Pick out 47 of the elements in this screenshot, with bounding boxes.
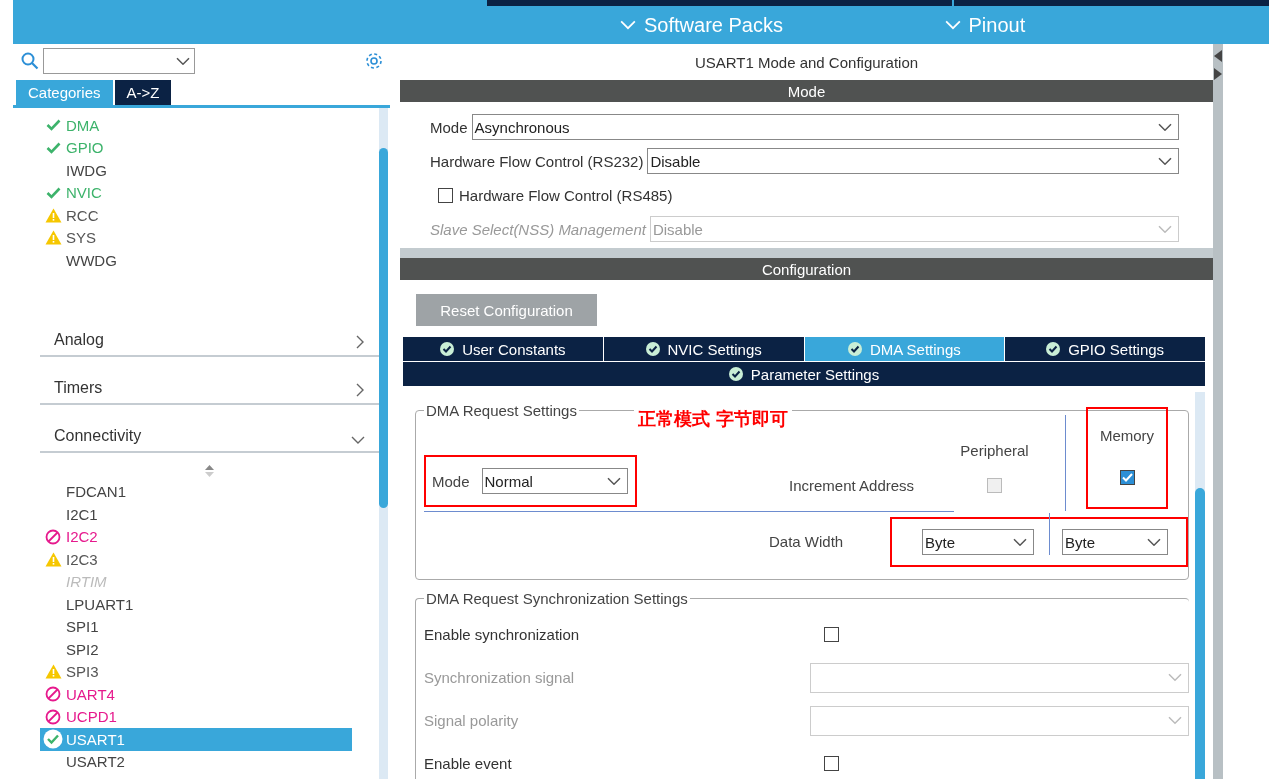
field-label: Mode (430, 118, 468, 136)
dropdown[interactable]: Byte (1062, 529, 1168, 555)
field-label: Hardware Flow Control (RS232) (430, 152, 644, 170)
group-legend: DMA Request Synchronization Settings (424, 590, 690, 607)
dropdown[interactable]: Byte (922, 529, 1034, 555)
column-header: Peripheral (960, 442, 1029, 459)
peripheral-item[interactable]: LPUART1 (40, 593, 352, 616)
peripheral-item[interactable]: FDCAN1 (40, 480, 352, 503)
peripheral-item[interactable]: IWDG (40, 159, 352, 182)
column-header: Memory (1099, 427, 1155, 444)
checkbox-label: Hardware Flow Control (RS485) (459, 186, 673, 204)
category-header[interactable]: Connectivity (40, 419, 379, 453)
group-legend: DMA Request Settings (424, 402, 579, 419)
peripheral-item[interactable]: UCPD1 (40, 705, 352, 728)
peripheral-item[interactable]: I2C1 (40, 503, 352, 526)
category-header[interactable]: Analog (40, 323, 379, 357)
config-tab[interactable]: NVIC Settings (603, 337, 804, 361)
peripheral-item[interactable]: I2C2 (40, 525, 352, 548)
section-header: Mode (400, 80, 1213, 102)
config-tab[interactable]: User Constants (403, 337, 603, 361)
peripheral-item[interactable]: UART4 (40, 683, 352, 706)
field-label: Signal polarity (424, 711, 520, 731)
peripheral-item[interactable]: SPI2 (40, 638, 352, 661)
peripheral-item[interactable]: SPI3 (40, 660, 352, 683)
peripheral-item[interactable]: RCC (40, 204, 352, 227)
peripheral-item[interactable]: I2C3 (40, 548, 352, 571)
field-label: Slave Select(NSS) Management (430, 220, 646, 238)
field-label: Data Width (769, 533, 844, 550)
field-label: Enable event (424, 754, 513, 774)
peripheral-item[interactable]: USART2 (40, 750, 352, 773)
peripheral-item[interactable]: WWDG (40, 249, 352, 272)
field-label: Synchronization signal (424, 668, 576, 688)
config-tab[interactable]: GPIO Settings (1005, 337, 1205, 361)
field-label: Mode (432, 472, 470, 490)
dropdown[interactable]: Asynchronous (471, 114, 1179, 140)
dropdown[interactable]: Disable (647, 148, 1179, 174)
peripheral-item[interactable]: SYS (40, 226, 352, 249)
field-label: Enable synchronization (424, 625, 581, 645)
peripheral-item[interactable]: SPI1 (40, 615, 352, 638)
field-label: Increment Address (789, 476, 915, 494)
panel-title: USART1 Mode and Configuration (693, 52, 920, 73)
config-tab[interactable]: Parameter Settings (403, 362, 1205, 386)
dropdown[interactable]: Normal (481, 468, 628, 494)
annotation-text: 正常模式 字节即可 (634, 407, 793, 431)
sidebar-tab[interactable]: A->Z (114, 80, 172, 105)
category-header[interactable]: Timers (40, 371, 379, 405)
section-header: Configuration (400, 258, 1213, 280)
